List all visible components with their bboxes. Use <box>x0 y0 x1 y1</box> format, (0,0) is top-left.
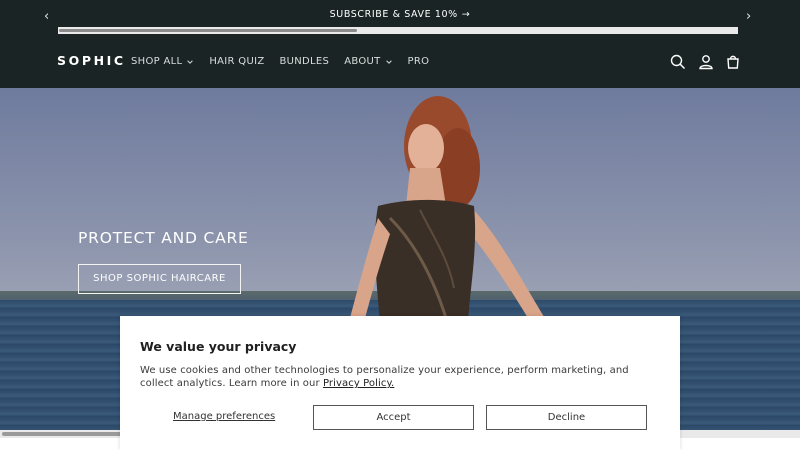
nav-label: PRO <box>407 56 430 67</box>
arrow-right-icon: → <box>461 9 471 20</box>
announcement-bar: ‹ SUBSCRIBE & SAVE 10% → › <box>0 0 800 37</box>
nav-hair-quiz[interactable]: HAIR QUIZ <box>209 55 264 69</box>
nav-bundles[interactable]: BUNDLES <box>279 55 329 69</box>
decline-button[interactable]: Decline <box>486 405 647 430</box>
nav-label: BUNDLES <box>279 56 330 67</box>
chevron-down-icon <box>187 60 194 64</box>
announcement-scrollbar[interactable] <box>58 27 738 34</box>
cookie-consent-banner: We value your privacy We use cookies and… <box>120 316 680 450</box>
main-nav: SHOP ALL HAIR QUIZ BUNDLES ABOUT PRO <box>131 55 444 69</box>
shop-haircare-button[interactable]: SHOP SOPHIC HAIRCARE <box>78 264 241 294</box>
logo[interactable]: SOPHIC <box>57 53 126 69</box>
cart-icon[interactable] <box>724 53 742 71</box>
site-header: SOPHIC SHOP ALL HAIR QUIZ BUNDLES ABOUT … <box>0 37 800 88</box>
nav-label: SHOP ALL <box>131 56 183 67</box>
nav-pro[interactable]: PRO <box>408 55 430 69</box>
header-icons <box>669 53 752 71</box>
nav-label: ABOUT <box>344 56 381 67</box>
chevron-down-icon <box>385 60 392 64</box>
next-announcement-button[interactable]: › <box>746 9 751 25</box>
scrollbar-thumb[interactable] <box>59 29 357 32</box>
nav-label: HAIR QUIZ <box>209 56 265 67</box>
cookie-title: We value your privacy <box>140 339 297 354</box>
hero-title: PROTECT AND CARE <box>78 229 249 247</box>
announcement-text: SUBSCRIBE & SAVE 10% <box>329 9 458 20</box>
cookie-body: We use cookies and other technologies to… <box>140 364 660 390</box>
manage-preferences-link[interactable]: Manage preferences <box>173 410 275 424</box>
account-icon[interactable] <box>697 53 715 71</box>
accept-button[interactable]: Accept <box>313 405 474 430</box>
nav-shop-all[interactable]: SHOP ALL <box>131 55 194 69</box>
privacy-policy-link[interactable]: Privacy Policy. <box>323 378 394 389</box>
announcement-link[interactable]: SUBSCRIBE & SAVE 10% → <box>0 8 800 22</box>
nav-about[interactable]: ABOUT <box>344 55 392 69</box>
search-icon[interactable] <box>669 53 687 71</box>
